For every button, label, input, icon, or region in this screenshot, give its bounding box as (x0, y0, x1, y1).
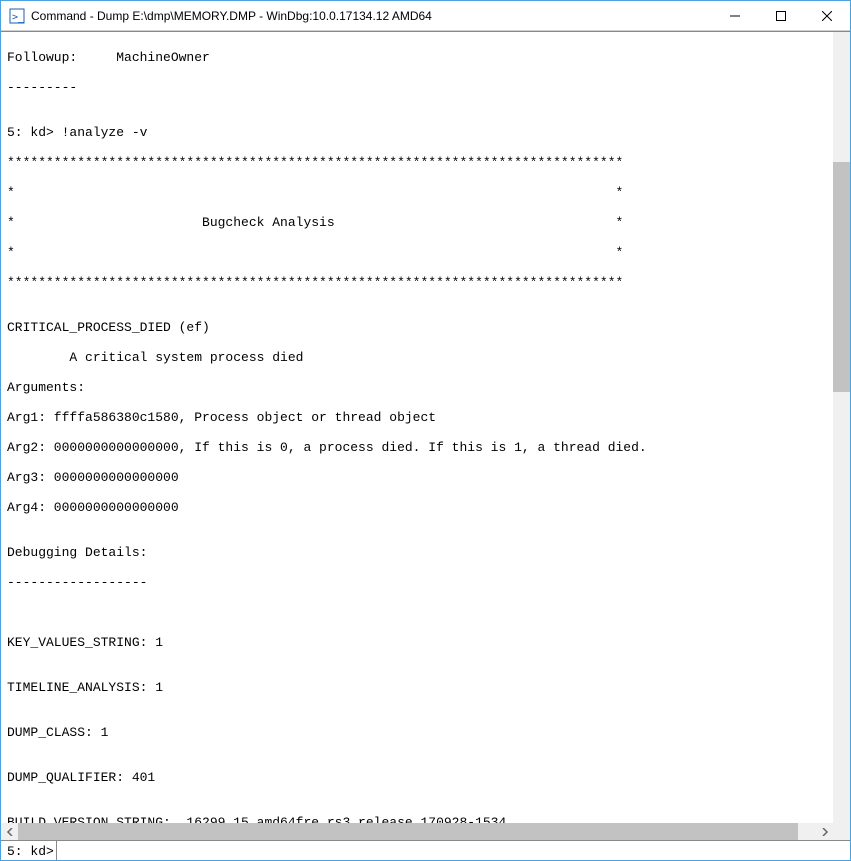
output-line: Arg2: 0000000000000000, If this is 0, a … (7, 440, 831, 455)
output-line: DUMP_QUALIFIER: 401 (7, 770, 831, 785)
horizontal-scroll-thumb[interactable] (18, 823, 798, 840)
windbg-command-window: >_ Command - Dump E:\dmp\MEMORY.DMP - Wi… (0, 0, 851, 861)
hscroll-row (1, 823, 850, 840)
output-line: ****************************************… (7, 155, 831, 170)
scroll-corner (833, 823, 850, 840)
output-line: BUILD_VERSION_STRING: 16299.15.amd64fre.… (7, 815, 831, 823)
close-button[interactable] (804, 1, 850, 30)
output-line: ****************************************… (7, 275, 831, 290)
window-title: Command - Dump E:\dmp\MEMORY.DMP - WinDb… (31, 9, 712, 23)
hscroll-track[interactable] (18, 823, 816, 840)
output-line: * * (7, 185, 831, 200)
app-icon: >_ (9, 8, 25, 24)
output-wrap: Followup: MachineOwner --------- 5: kd> … (1, 32, 850, 823)
output-line: Arguments: (7, 380, 831, 395)
output-line: 5: kd> !analyze -v (7, 125, 831, 140)
minimize-button[interactable] (712, 1, 758, 30)
debug-output[interactable]: Followup: MachineOwner --------- 5: kd> … (1, 32, 833, 823)
output-line: TIMELINE_ANALYSIS: 1 (7, 680, 831, 695)
output-line: Arg3: 0000000000000000 (7, 470, 831, 485)
vertical-scrollbar[interactable] (833, 32, 850, 823)
output-line: A critical system process died (7, 350, 831, 365)
prompt-label: 5: kd> (1, 841, 57, 860)
output-line: * * (7, 245, 831, 260)
command-input-row: 5: kd> (1, 840, 850, 860)
scroll-left-arrow-icon[interactable] (1, 823, 18, 840)
output-line: CRITICAL_PROCESS_DIED (ef) (7, 320, 831, 335)
window-controls (712, 1, 850, 30)
output-line: Arg4: 0000000000000000 (7, 500, 831, 515)
content-area: Followup: MachineOwner --------- 5: kd> … (1, 31, 850, 860)
output-line: --------- (7, 80, 831, 95)
vertical-scroll-thumb[interactable] (833, 162, 850, 392)
output-line: Arg1: ffffa586380c1580, Process object o… (7, 410, 831, 425)
output-line: KEY_VALUES_STRING: 1 (7, 635, 831, 650)
horizontal-scrollbar[interactable] (1, 823, 833, 840)
scroll-right-arrow-icon[interactable] (816, 823, 833, 840)
svg-text:>_: >_ (12, 12, 25, 23)
output-line: * Bugcheck Analysis * (7, 215, 831, 230)
output-line: Followup: MachineOwner (7, 50, 831, 65)
maximize-button[interactable] (758, 1, 804, 30)
output-line: Debugging Details: (7, 545, 831, 560)
command-input[interactable] (57, 841, 850, 860)
titlebar[interactable]: >_ Command - Dump E:\dmp\MEMORY.DMP - Wi… (1, 1, 850, 31)
output-line: DUMP_CLASS: 1 (7, 725, 831, 740)
output-line: ------------------ (7, 575, 831, 590)
